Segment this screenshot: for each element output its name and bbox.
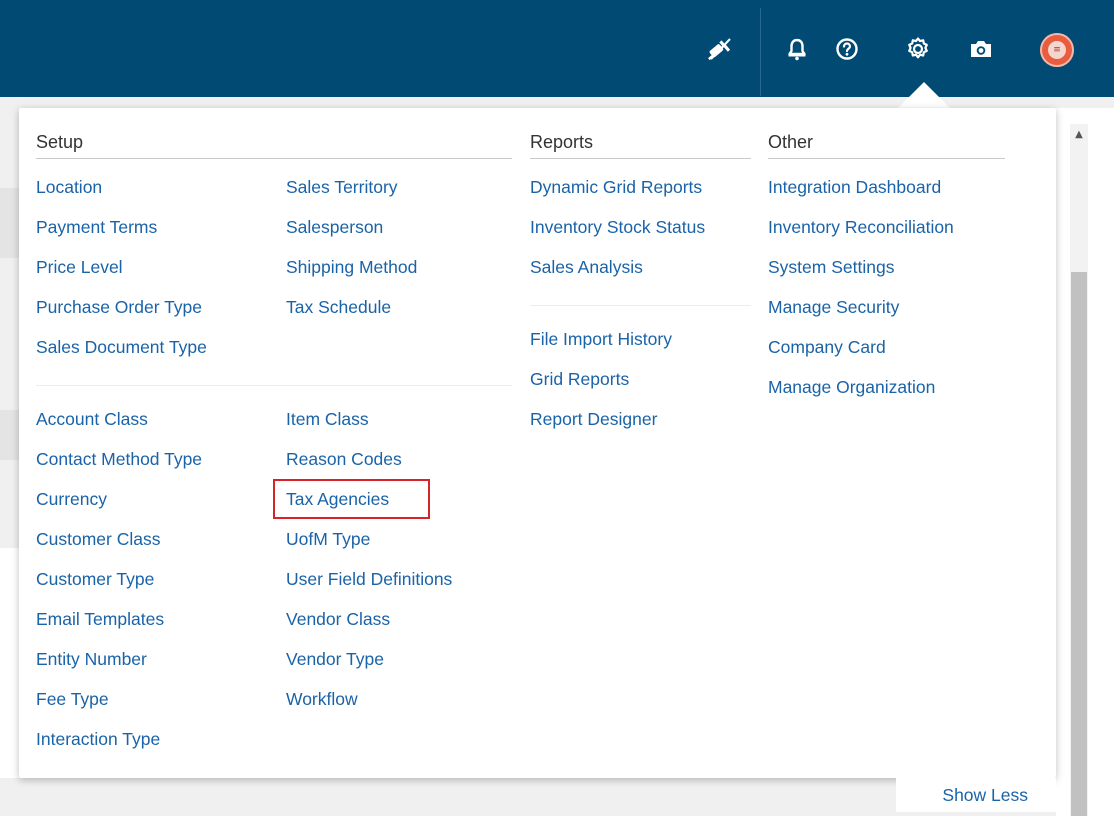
menu-item-fee-type[interactable]: Fee Type	[36, 688, 109, 710]
menu-item-reason-codes[interactable]: Reason Codes	[286, 448, 402, 470]
menu-item-sales-analysis[interactable]: Sales Analysis	[530, 256, 643, 278]
camera-icon[interactable]	[966, 34, 996, 64]
highlight-box	[273, 479, 430, 519]
menu-item-entity-number[interactable]: Entity Number	[36, 648, 147, 670]
help-icon[interactable]	[832, 34, 862, 64]
background-fragment	[0, 188, 19, 258]
setup-section-title: Setup	[36, 132, 84, 152]
reports-group-divider	[530, 305, 751, 306]
setup-section-divider	[36, 158, 512, 159]
gear-icon[interactable]	[903, 34, 933, 64]
menu-item-shipping-method[interactable]: Shipping Method	[286, 256, 417, 278]
other-section-title: Other	[768, 132, 814, 152]
menu-item-workflow[interactable]: Workflow	[286, 688, 358, 710]
menu-item-uofm-type[interactable]: UofM Type	[286, 528, 370, 550]
menu-item-dynamic-grid-reports[interactable]: Dynamic Grid Reports	[530, 176, 702, 198]
menu-item-customer-class[interactable]: Customer Class	[36, 528, 160, 550]
menu-item-inventory-reconciliation[interactable]: Inventory Reconciliation	[768, 216, 954, 238]
setup-group-divider	[36, 385, 512, 386]
menu-item-inventory-stock-status[interactable]: Inventory Stock Status	[530, 216, 705, 238]
menu-item-contact-method-type[interactable]: Contact Method Type	[36, 448, 202, 470]
menu-item-price-level[interactable]: Price Level	[36, 256, 123, 278]
menu-item-item-class[interactable]: Item Class	[286, 408, 369, 430]
scrollbar-thumb[interactable]	[1071, 272, 1087, 816]
menu-item-company-card[interactable]: Company Card	[768, 336, 886, 358]
menu-item-system-settings[interactable]: System Settings	[768, 256, 894, 278]
menu-item-location[interactable]: Location	[36, 176, 102, 198]
menu-item-purchase-order-type[interactable]: Purchase Order Type	[36, 296, 202, 318]
menu-caret	[898, 82, 950, 108]
menu-item-currency[interactable]: Currency	[36, 488, 107, 510]
menu-item-report-designer[interactable]: Report Designer	[530, 408, 657, 430]
toolbar-divider	[760, 8, 761, 96]
menu-item-sales-territory[interactable]: Sales Territory	[286, 176, 398, 198]
background-fragment	[0, 410, 19, 460]
scroll-up-arrow-icon[interactable]: ▲	[1072, 128, 1086, 142]
bell-icon[interactable]	[782, 34, 812, 64]
user-avatar[interactable]: ≡	[1040, 33, 1074, 67]
menu-item-tax-schedule[interactable]: Tax Schedule	[286, 296, 391, 318]
menu-item-customer-type[interactable]: Customer Type	[36, 568, 154, 590]
menu-item-interaction-type[interactable]: Interaction Type	[36, 728, 160, 750]
settings-menu: Setup Location Payment Terms Price Level Pu…	[19, 108, 1056, 778]
menu-item-salesperson[interactable]: Salesperson	[286, 216, 383, 238]
menu-item-file-import-history[interactable]: File Import History	[530, 328, 672, 350]
menu-item-integration-dashboard[interactable]: Integration Dashboard	[768, 176, 941, 198]
menu-item-manage-security[interactable]: Manage Security	[768, 296, 899, 318]
reports-section-title: Reports	[530, 132, 594, 152]
menu-item-grid-reports[interactable]: Grid Reports	[530, 368, 629, 390]
plug-disconnected-icon[interactable]	[705, 34, 735, 64]
show-less-link[interactable]: Show Less	[896, 778, 1056, 812]
menu-item-sales-document-type[interactable]: Sales Document Type	[36, 336, 207, 358]
menu-item-vendor-class[interactable]: Vendor Class	[286, 608, 390, 630]
menu-item-payment-terms[interactable]: Payment Terms	[36, 216, 157, 238]
menu-item-account-class[interactable]: Account Class	[36, 408, 148, 430]
reports-section-divider	[530, 158, 751, 159]
avatar-glyph: ≡	[1048, 41, 1066, 59]
menu-item-manage-organization[interactable]: Manage Organization	[768, 376, 935, 398]
menu-item-email-templates[interactable]: Email Templates	[36, 608, 164, 630]
menu-item-user-field-definitions[interactable]: User Field Definitions	[286, 568, 452, 590]
menu-item-vendor-type[interactable]: Vendor Type	[286, 648, 384, 670]
other-section-divider	[768, 158, 1005, 159]
background-fragment	[0, 548, 19, 778]
